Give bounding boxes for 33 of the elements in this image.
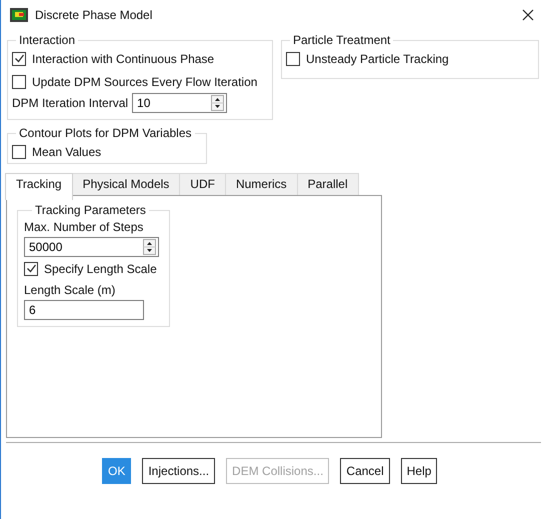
tab[interactable]: Numerics — [224, 173, 298, 195]
group-title: Contour Plots for DPM Variables — [18, 126, 193, 140]
input-field[interactable]: 6 — [24, 300, 144, 320]
spin-buttons[interactable] — [211, 95, 224, 111]
checkbox[interactable] — [286, 52, 300, 66]
checkbox[interactable] — [12, 52, 26, 66]
dialog-button[interactable]: OK — [102, 458, 132, 484]
number-field[interactable]: 50000 — [24, 237, 159, 257]
group-title: Interaction — [18, 33, 76, 47]
dialog-button[interactable]: Cancel — [340, 458, 390, 484]
tab[interactable]: Tracking — [5, 173, 73, 200]
checkbox-label: Update DPM Sources Every Flow Iteration — [32, 74, 258, 88]
tab[interactable]: Parallel — [296, 173, 359, 195]
dialog-button[interactable]: Injections... — [142, 458, 216, 484]
checkbox-label: Specify Length Scale — [44, 262, 157, 276]
app-icon — [10, 8, 28, 22]
checkbox-label: Interaction with Continuous Phase — [32, 52, 214, 66]
tab[interactable]: Physical Models — [72, 173, 180, 195]
dialog-button[interactable]: Help — [400, 458, 438, 484]
window-title: Discrete Phase Model — [35, 8, 154, 22]
checkbox-label: Mean Values — [32, 144, 102, 158]
field-label: DPM Iteration Interval — [12, 96, 128, 110]
group-title: Tracking Parameters — [34, 203, 147, 217]
checkbox[interactable] — [12, 144, 26, 158]
group-title: Particle Treatment — [292, 33, 392, 47]
close-icon[interactable] — [522, 9, 534, 21]
checkbox-label: Unsteady Particle Tracking — [306, 52, 449, 66]
tab[interactable]: UDF — [179, 173, 226, 195]
field-label: Length Scale (m) — [24, 282, 116, 299]
field-label: Max. Number of Steps — [24, 219, 144, 236]
spin-buttons[interactable] — [143, 239, 156, 255]
checkbox[interactable] — [12, 74, 26, 88]
checkbox[interactable] — [24, 262, 38, 276]
